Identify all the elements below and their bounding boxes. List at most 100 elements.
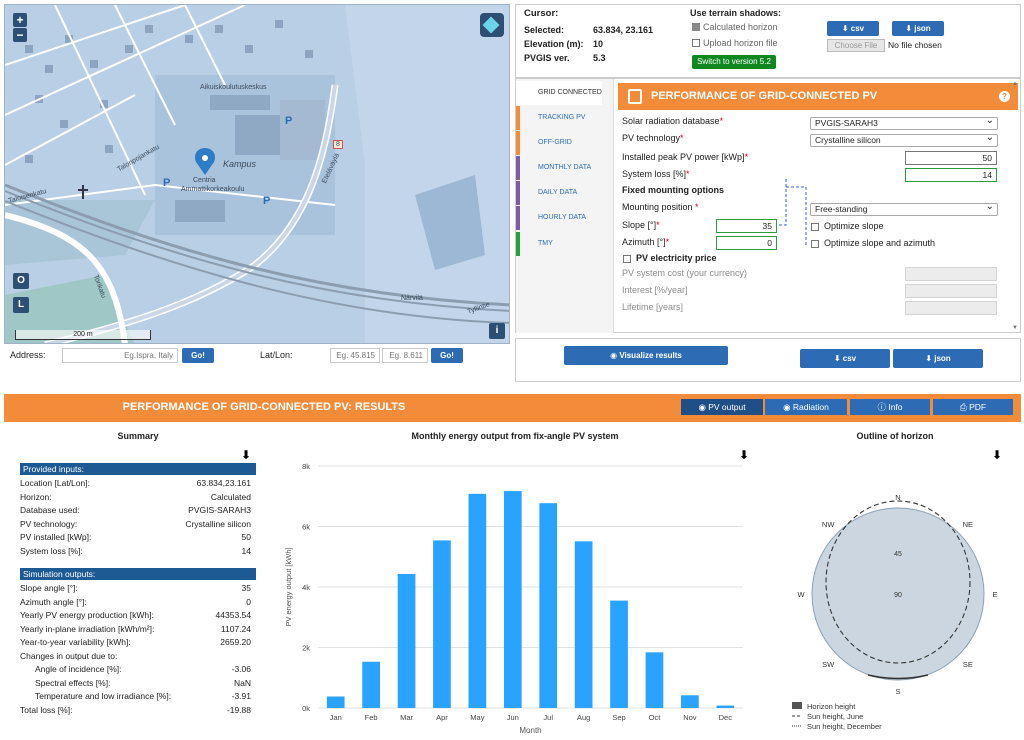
selected-label: Selected: <box>524 25 565 35</box>
calculated-horizon-checkbox[interactable] <box>692 23 700 31</box>
summary-row-value: 50 <box>241 532 251 542</box>
results-json-button[interactable]: ⬇ json <box>893 349 983 368</box>
info-icon[interactable]: i <box>489 323 505 339</box>
terrain-shadows-label: Use terrain shadows: <box>690 8 782 18</box>
eye-icon: ◉ <box>783 402 793 412</box>
slope-input[interactable]: 35 <box>716 219 777 233</box>
azimuth-label: Azimuth [°]* <box>622 237 670 247</box>
parking-icon: P <box>263 195 271 207</box>
summary-row-value: 14 <box>241 545 251 556</box>
tab-info[interactable]: ⓘ Info <box>850 399 930 415</box>
zoom-in-button[interactable]: + <box>13 13 27 27</box>
summary-row: Angle of incidence [%]: -3.06 <box>20 663 253 676</box>
compass-ne: NE <box>963 520 973 529</box>
tab-info-label: Info <box>888 402 903 412</box>
system-loss-input[interactable]: 14 <box>905 168 997 182</box>
summary-row: Database used: PVGIS-SARAH3 <box>20 504 253 517</box>
map-o-button[interactable]: O <box>13 273 29 289</box>
optimize-slope-checkbox[interactable] <box>811 223 819 231</box>
scrollbar[interactable]: ▲ ▼ <box>1012 81 1018 331</box>
lon-input[interactable] <box>382 348 428 363</box>
visualize-results-label: Visualize results <box>619 351 682 360</box>
summary-row: Yearly in-plane irradiation [kWh/m²]: 110… <box>20 623 253 636</box>
summary-row-value: NaN <box>233 677 251 688</box>
horizon-chart: 4590NNEESESSWWNWHorizon heightSun height… <box>792 493 998 731</box>
pv-tech-select[interactable]: Crystalline silicon <box>810 132 998 147</box>
y-tick-label: 8k <box>302 462 310 471</box>
summary-row-label: Horizon: <box>20 491 52 502</box>
horizon-csv-button[interactable]: ⬇ csv <box>827 21 879 36</box>
summary-row-label: Changes in output due to: <box>20 650 118 661</box>
results-header: PERFORMANCE OF GRID-CONNECTED PV: RESULT… <box>4 394 1021 422</box>
summary-row-value: 35 <box>241 583 251 593</box>
visualize-results-button[interactable]: ◉ Visualize results <box>564 346 728 365</box>
system-cost-input[interactable] <box>905 267 997 281</box>
switch-version-button[interactable]: Switch to version 5.2 <box>692 55 776 69</box>
pv-tech-label-text: PV technology <box>622 133 681 143</box>
bar-feb <box>362 661 380 708</box>
bar-mar <box>397 573 416 708</box>
horizon-json-button[interactable]: ⬇ json <box>892 21 944 36</box>
chart-title: Monthly energy output from fix-angle PV … <box>411 431 619 441</box>
parking-icon: P <box>163 177 171 189</box>
fixed-mounting-heading: Fixed mounting options <box>622 185 724 195</box>
scroll-up-arrow[interactable]: ▲ <box>1012 81 1018 87</box>
summary-row: Changes in output due to: <box>20 650 253 663</box>
solar-db-select[interactable]: PVGIS-SARAH3 <box>810 115 998 130</box>
azimuth-label-text: Azimuth [°] <box>622 237 666 247</box>
layers-icon[interactable] <box>480 13 504 37</box>
optimize-slope-azimuth-checkbox[interactable] <box>811 240 819 248</box>
horizon-csv-label: csv <box>850 24 865 33</box>
summary-row-value: PVGIS-SARAH3 <box>188 505 251 515</box>
mounting-position-select[interactable]: Free-standing <box>810 201 998 216</box>
tab-pdf-label: PDF <box>969 402 987 412</box>
legend-horizon: Horizon height <box>807 702 856 711</box>
download-icon: ⬇ <box>841 24 851 33</box>
pv-price-checkbox[interactable] <box>623 255 631 263</box>
summary-row-label: Year-to-year variability [kWh]: <box>20 637 131 647</box>
cursor-label: Cursor: <box>524 8 559 19</box>
x-tick-label: Mar <box>400 713 413 722</box>
cursor-panel: Cursor: Selected: 63.834, 23.161 Elevati… <box>515 4 1021 78</box>
lifetime-input[interactable] <box>905 301 997 315</box>
horizon-download-icon[interactable]: ⬇ <box>992 448 1002 462</box>
no-file-text: No file chosen <box>888 40 942 50</box>
legend-swatch-horizon <box>792 702 802 709</box>
solar-db-label-text: Solar radiation database <box>622 116 720 126</box>
lat-input[interactable] <box>330 348 380 363</box>
y-tick-label: 2k <box>302 644 310 653</box>
address-input[interactable] <box>62 348 178 363</box>
slope-label: Slope [°]* <box>622 220 660 230</box>
azimuth-input[interactable]: 0 <box>716 236 777 250</box>
results-csv-button[interactable]: ⬇ csv <box>800 349 890 368</box>
x-tick-label: Nov <box>683 713 697 722</box>
latlon-go-button[interactable]: Go! <box>431 348 463 363</box>
scroll-down-arrow[interactable]: ▼ <box>1012 325 1018 331</box>
address-go-button[interactable]: Go! <box>182 348 214 363</box>
bar-nov <box>681 695 699 708</box>
ring-label: 45 <box>894 551 902 558</box>
summary-row-value: Calculated <box>210 491 251 502</box>
summary-row-value: 1107.24 <box>220 623 251 634</box>
system-loss-label: System loss [%]* <box>622 169 690 179</box>
download-icon: ⬇ <box>833 354 843 363</box>
interest-input[interactable] <box>905 284 997 298</box>
compass-se: SE <box>963 660 973 669</box>
choose-file-button[interactable]: Choose File <box>827 39 885 52</box>
form-panel: GRID CONNECTED TRACKING PV OFF-GRID MONT… <box>515 78 1021 333</box>
peak-power-input[interactable]: 50 <box>905 151 997 165</box>
optimize-slope-label: Optimize slope <box>824 221 884 231</box>
results-json-label: json <box>934 354 951 363</box>
tab-pv-output[interactable]: ◉ PV output <box>681 399 763 415</box>
tab-pdf[interactable]: ⎙ PDF <box>933 399 1013 415</box>
summary-row: Year-to-year variability [kWh]: 2659.20 <box>20 636 253 649</box>
zoom-out-button[interactable]: − <box>13 28 27 42</box>
map-l-button[interactable]: L <box>13 297 29 313</box>
compass-s: S <box>895 687 900 696</box>
summary-row: Azimuth angle [°]: 0 <box>20 596 253 609</box>
peak-power-label-text: Installed peak PV power [kWp] <box>622 152 745 162</box>
map-view[interactable]: + − O L i Kampus Centria Ammattikorkeako… <box>4 4 510 344</box>
tab-radiation[interactable]: ◉ Radiation <box>765 399 847 415</box>
summary-row-value: 44353.54 <box>215 610 251 620</box>
upload-horizon-checkbox[interactable] <box>692 39 700 47</box>
